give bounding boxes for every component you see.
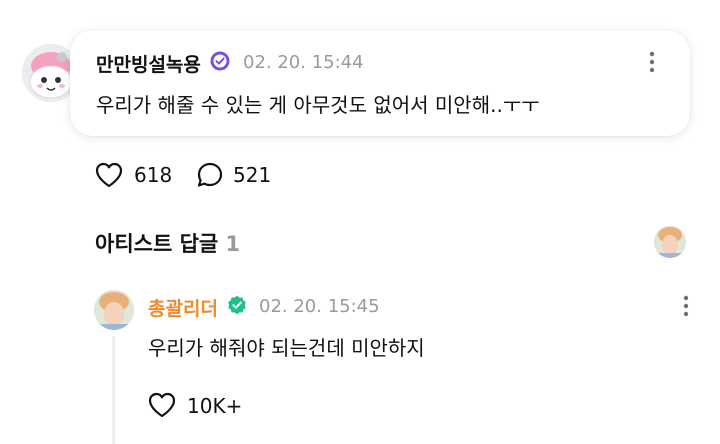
artist-avatar-small[interactable] [654,226,686,258]
artist-avatar[interactable] [94,290,134,330]
fan-comment-text: 우리가 해줄 수 있는 게 아무것도 없어서 미안해..ㅜㅜ [96,93,540,117]
comment-count: 521 [233,163,272,187]
artist-like-button[interactable] [148,392,176,418]
fan-more-options-icon[interactable] [647,50,657,74]
like-button[interactable] [95,162,123,188]
comment-button[interactable] [196,161,224,189]
fan-author-name[interactable]: 만만빙설녹용 [96,50,201,77]
artist-like-count: 10K+ [187,394,243,418]
heart-icon [148,392,176,418]
thread-line [112,336,115,444]
artist-author-name[interactable]: 총괄리더 [148,294,218,321]
comment-bubble-icon [197,162,223,187]
fan-comment-timestamp: 02. 20. 15:44 [243,52,364,73]
artist-reply-section-title: 아티스트 답글 1 [95,228,240,258]
fan-comment-bubble [70,30,690,136]
like-count: 618 [134,163,173,187]
verified-artist-icon [227,295,247,315]
artist-reply-count: 1 [225,232,241,256]
heart-icon [95,162,123,188]
artist-reply-timestamp: 02. 20. 15:45 [259,296,380,317]
artist-more-options-icon[interactable] [681,294,691,318]
artist-reply-text: 우리가 해줘야 되는건데 미안하지 [148,336,425,360]
verified-fan-icon [210,51,230,71]
section-title-label: 아티스트 답글 [95,232,219,256]
